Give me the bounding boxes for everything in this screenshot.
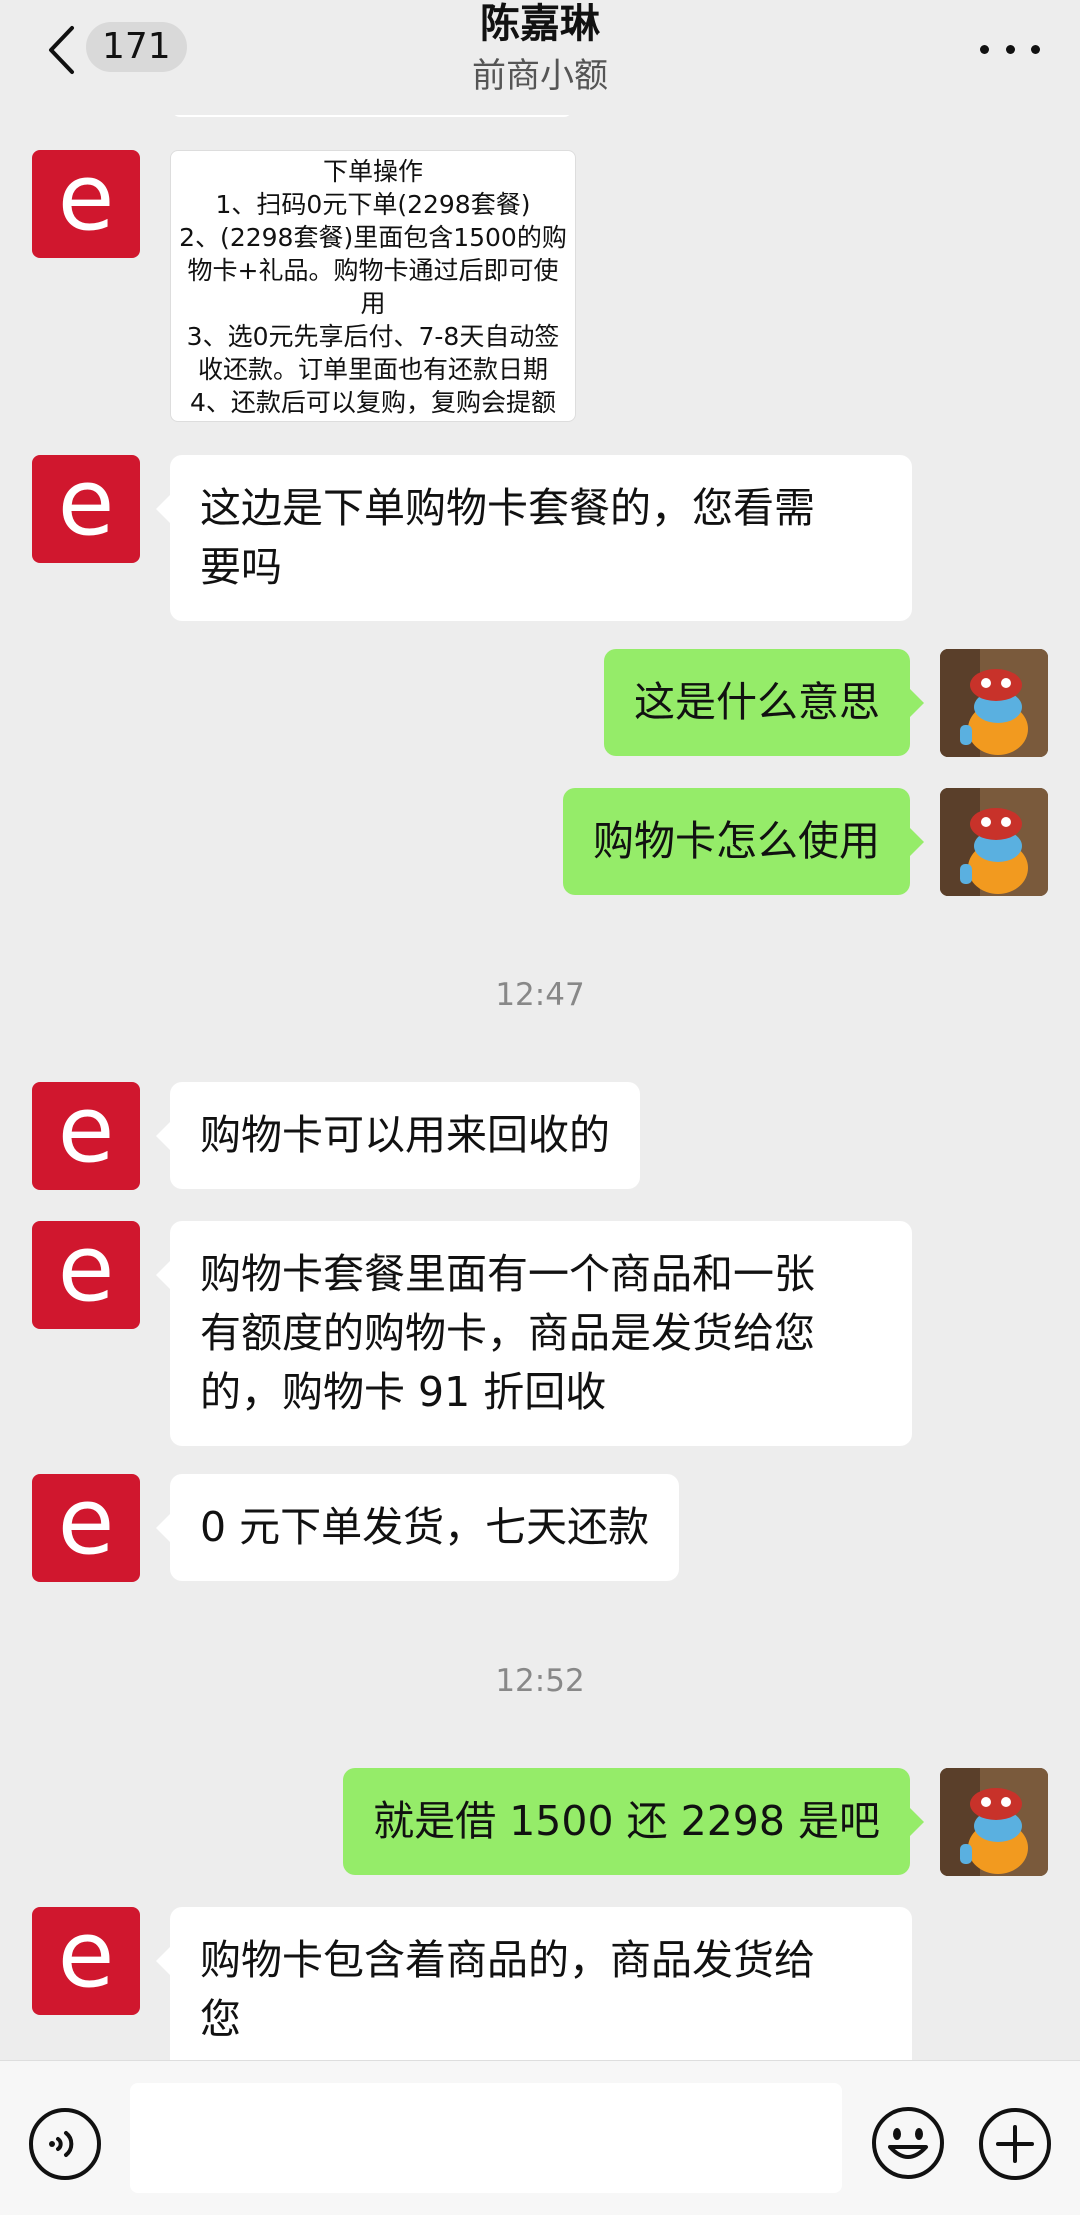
chat-area[interactable]: e 下单操作 1、扫码0元下单(2298套餐) 2、(2298套餐)里面包含15…	[0, 115, 1080, 2060]
message-bubble-outgoing[interactable]: 就是借 1500 还 2298 是吧	[343, 1768, 924, 1875]
more-functions-button[interactable]	[978, 2107, 1052, 2181]
message-line: 购物卡怎么使用	[593, 817, 880, 865]
contact-avatar[interactable]: e	[32, 1082, 140, 1190]
message-bubble-incoming[interactable]: 0 元下单发货，七天还款	[155, 1474, 680, 1581]
more-button[interactable]	[980, 26, 1040, 72]
message-bubble-incoming[interactable]: 购物卡可以用来回收的	[156, 1082, 640, 1189]
timestamp: 12:52	[495, 1663, 585, 1699]
voice-icon	[29, 2108, 101, 2180]
message-bubble-incoming[interactable]: 购物卡套餐里面有一个商品和一张 有额度的购物卡，商品是发货给您 的，购物卡 91…	[156, 1221, 912, 1446]
my-avatar[interactable]	[940, 788, 1048, 896]
image-text-line: 收还款。订单里面也有还款日期	[197, 355, 548, 384]
image-text-line: 2、(2298套餐)里面包含1500的购	[179, 223, 567, 252]
image-message[interactable]: 下单操作 1、扫码0元下单(2298套餐) 2、(2298套餐)里面包含1500…	[170, 150, 576, 422]
timestamp: 12:47	[495, 977, 585, 1013]
voice-button[interactable]	[28, 2107, 102, 2181]
previous-message-edge	[172, 115, 572, 117]
message-line: 这边是下单购物卡套餐的，您看需	[200, 484, 815, 532]
contact-avatar[interactable]: e	[32, 1221, 140, 1329]
contact-avatar[interactable]: e	[32, 1474, 140, 1582]
image-text-line: 3、选0元先享后付、7-8天自动签	[186, 322, 560, 351]
avatar-figure-icon	[940, 1768, 1048, 1876]
message-line: 就是借 1500 还 2298 是吧	[373, 1797, 880, 1845]
contact-avatar[interactable]: e	[32, 455, 140, 563]
emoji-button[interactable]	[870, 2105, 946, 2181]
contact-avatar[interactable]: e	[32, 150, 140, 258]
message-bubble-outgoing[interactable]: 购物卡怎么使用	[563, 788, 924, 895]
message-line: 购物卡可以用来回收的	[200, 1111, 610, 1159]
contact-avatar[interactable]: e	[32, 1907, 140, 2015]
chat-title: 陈嘉琳	[480, 1, 600, 47]
chat-header: 171 陈嘉琳 前商小额	[0, 0, 1080, 115]
image-text-line: 4、还款后可以复购，复购会提额	[190, 388, 556, 417]
message-line: 0 元下单发货，七天还款	[200, 1503, 650, 1551]
message-bubble-incoming[interactable]: 这边是下单购物卡套餐的，您看需 要吗	[156, 455, 912, 621]
message-line: 购物卡套餐里面有一个商品和一张	[200, 1250, 815, 1298]
message-line: 要吗	[200, 543, 282, 591]
avatar-figure-icon	[940, 788, 1048, 896]
message-line: 有额度的购物卡，商品是发货给您	[200, 1309, 815, 1357]
message-input[interactable]	[130, 2083, 842, 2193]
message-line: 购物卡包含着商品的，商品发货给	[200, 1936, 815, 1984]
message-bubble-incoming[interactable]: 购物卡包含着商品的，商品发货给 您	[156, 1907, 912, 2060]
avatar-figure-icon	[940, 649, 1048, 757]
plus-icon	[979, 2108, 1051, 2180]
my-avatar[interactable]	[940, 1768, 1048, 1876]
message-line: 这是什么意思	[634, 678, 880, 726]
chat-subtitle: 前商小额	[472, 56, 608, 96]
image-text-line: 物卡+礼品。购物卡通过后即可使	[187, 256, 559, 285]
message-bubble-outgoing[interactable]: 这是什么意思	[604, 649, 924, 756]
image-text-line: 1、扫码0元下单(2298套餐)	[215, 190, 531, 219]
input-bar	[0, 2060, 1080, 2215]
emoji-icon	[872, 2107, 944, 2179]
my-avatar[interactable]	[940, 649, 1048, 757]
image-text-line: 用	[360, 289, 386, 318]
message-line: 您	[200, 1995, 241, 2043]
more-dots-icon	[980, 44, 989, 54]
image-text-line: 下单操作	[322, 157, 423, 186]
message-line: 的，购物卡 91 折回收	[200, 1368, 607, 1416]
